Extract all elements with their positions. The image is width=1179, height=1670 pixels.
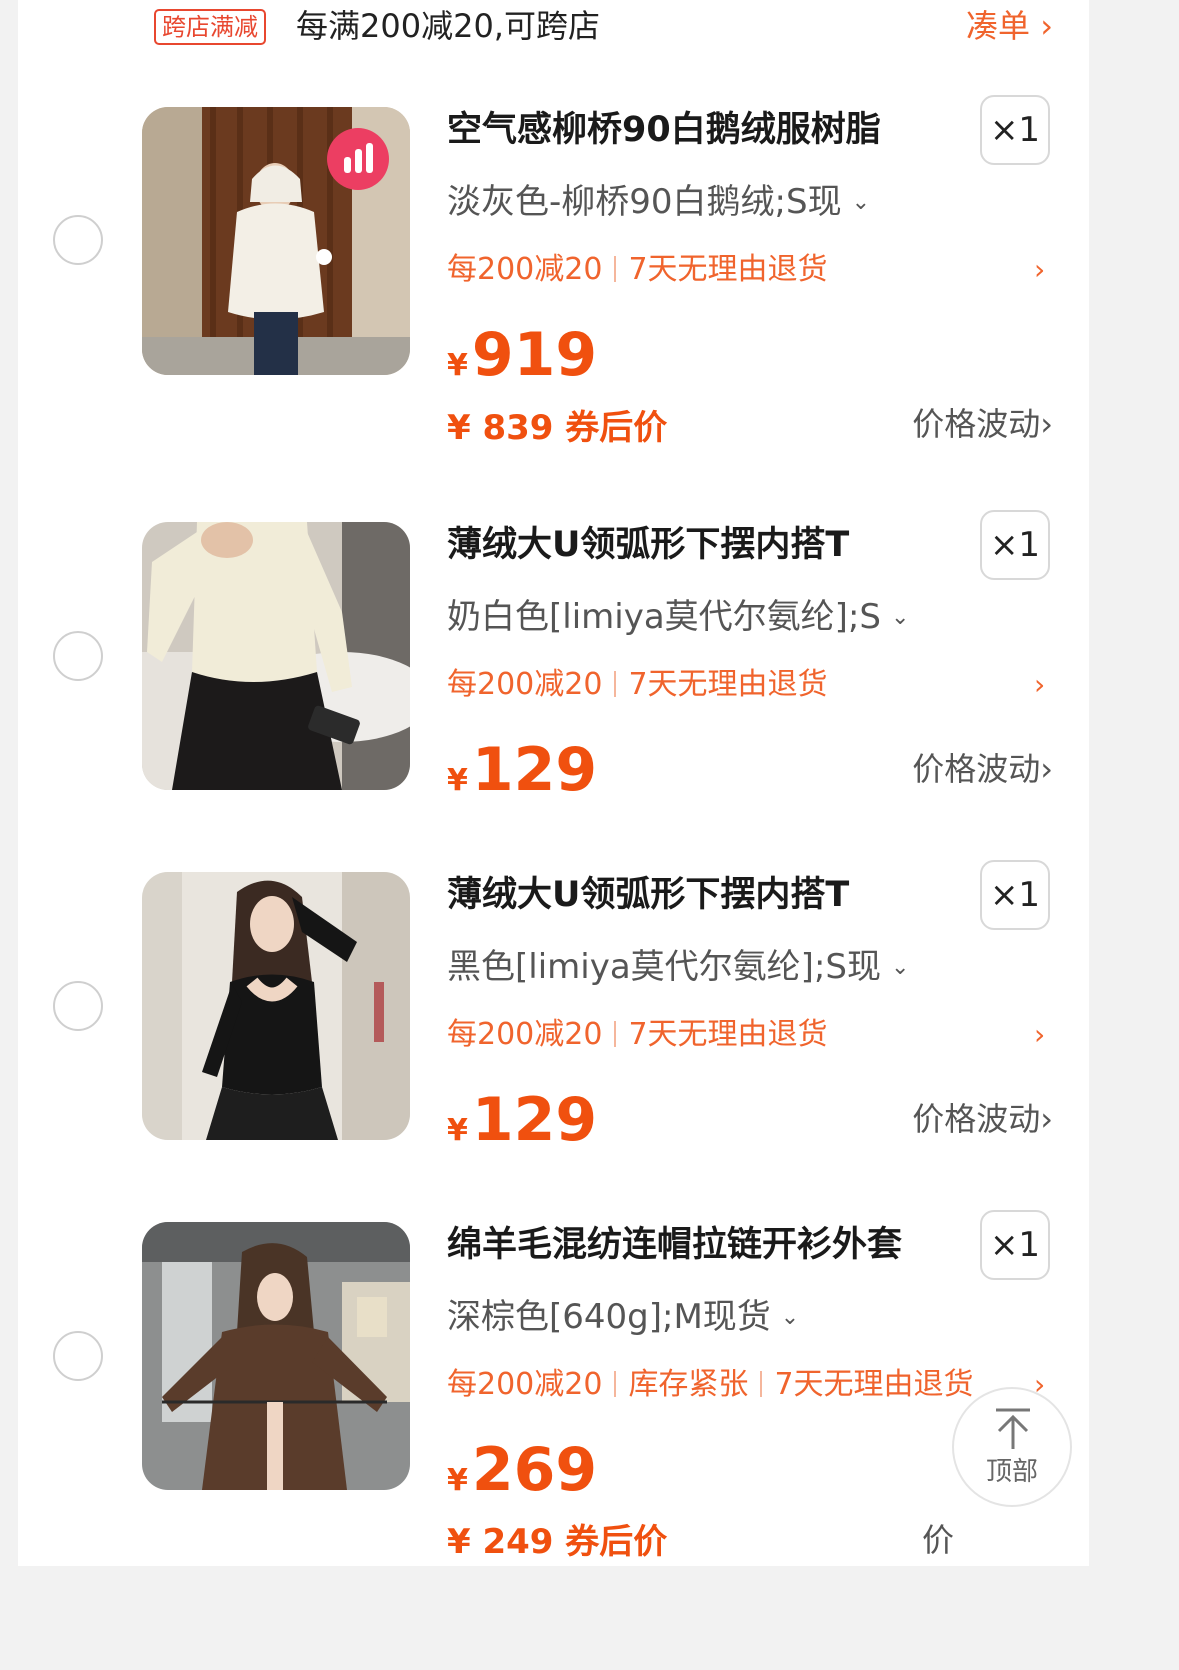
price-fluctuation-link[interactable]: 价格波动› [912,747,1053,791]
chevron-down-icon: ⌄ [780,1305,800,1330]
coupon-price: ¥ 839 券后价 [447,408,668,448]
promo-tags: 每200减20 库存紧张 7天无理由退货 [447,1365,974,1405]
product-price: ¥129 [447,1085,597,1155]
product-title[interactable]: 薄绒大U领弧形下摆内搭T [447,523,967,567]
tag-return: 7天无理由退货 [774,1367,974,1402]
tag-separator [760,1371,763,1397]
currency-symbol: ¥ [447,1113,468,1148]
sku-selector[interactable]: 奶白色[limiya莫代尔氨纶];S ⌄ [447,595,909,640]
coupon-price: ¥ 249 券后价 [447,1522,668,1562]
item-select-radio[interactable] [53,981,103,1031]
back-to-top-label: 顶部 [985,1457,1038,1487]
item-select-radio[interactable] [53,1331,103,1381]
price-value: 269 [471,1435,598,1505]
product-image[interactable] [142,522,410,790]
product-title[interactable]: 薄绒大U领弧形下摆内搭T [447,873,967,917]
product-photo [142,872,410,1140]
currency-symbol: ¥ [447,348,468,383]
cross-store-promo-bar: 跨店满减 每满200减20,可跨店 凑单 › [18,0,1089,60]
tag-discount: 每200减20 [447,252,603,287]
item-select-radio[interactable] [53,631,103,681]
promo-tags: 每200减20 7天无理由退货 [447,250,828,290]
promo-text: 每满200减20,可跨店 [296,7,600,45]
chevron-right-icon[interactable]: › [1034,1015,1045,1055]
chevron-down-icon: ⌄ [851,190,871,215]
add-on-items-link[interactable]: 凑单 › [966,6,1053,46]
quantity-box[interactable]: ×1 [980,1210,1050,1280]
price-fluctuation-link[interactable]: 价格波动› [912,1097,1053,1141]
product-price: ¥919 [447,320,597,390]
sku-text: 奶白色[limiya莫代尔氨纶];S [447,597,881,637]
cart-store-card: 跨店满减 每满200减20,可跨店 凑单 › 空气感柳桥90白鹅绒服树脂 ×1 … [18,0,1089,1566]
tag-discount: 每200减20 [447,1017,603,1052]
tag-discount: 每200减20 [447,1367,603,1402]
promo-tag: 跨店满减 [154,9,266,45]
price-value: 129 [471,735,598,805]
chevron-right-icon[interactable]: › [1034,665,1045,705]
bar-chart-icon [327,128,389,190]
price-value: 129 [471,1085,598,1155]
sku-text: 淡灰色-柳桥90白鹅绒;S现 [447,182,842,222]
product-image[interactable] [142,107,410,375]
quantity-box[interactable]: ×1 [980,510,1050,580]
tag-stock: 库存紧张 [628,1367,749,1402]
tag-return: 7天无理由退货 [628,1017,828,1052]
product-image[interactable] [142,872,410,1140]
sku-text: 深棕色[640g];M现货 [447,1297,771,1337]
currency-symbol: ¥ [447,1463,468,1498]
quantity-box[interactable]: ×1 [980,860,1050,930]
back-to-top-button[interactable]: 顶部 [952,1387,1072,1507]
product-price: ¥129 [447,735,597,805]
promo-tags: 每200减20 7天无理由退货 [447,1015,828,1055]
tag-separator [614,671,617,697]
chevron-down-icon: ⌄ [890,605,910,630]
sku-selector[interactable]: 淡灰色-柳桥90白鹅绒;S现 ⌄ [447,180,870,225]
price-fluctuation-link[interactable]: 价 [922,1518,954,1562]
chevron-right-icon[interactable]: › [1034,250,1045,290]
tag-separator [614,1021,617,1047]
product-title[interactable]: 绵羊毛混纺连帽拉链开衫外套 [447,1223,967,1267]
sku-selector[interactable]: 黑色[limiya莫代尔氨纶];S现 ⌄ [447,945,909,990]
product-photo [142,522,410,790]
product-photo [142,1222,410,1490]
quantity-box[interactable]: ×1 [980,95,1050,165]
tag-separator [614,256,617,282]
chevron-down-icon: ⌄ [890,955,910,980]
sku-selector[interactable]: 深棕色[640g];M现货 ⌄ [447,1295,799,1340]
currency-symbol: ¥ [447,763,468,798]
arrow-up-icon [996,1408,1030,1449]
price-fluctuation-link[interactable]: 价格波动› [912,402,1053,446]
item-select-radio[interactable] [53,215,103,265]
tag-return: 7天无理由退货 [628,252,828,287]
promo-tags: 每200减20 7天无理由退货 [447,665,828,705]
sku-text: 黑色[limiya莫代尔氨纶];S现 [447,947,881,987]
tag-return: 7天无理由退货 [628,667,828,702]
product-price: ¥269 [447,1435,597,1505]
price-value: 919 [471,320,598,390]
product-image[interactable] [142,1222,410,1490]
tag-separator [614,1371,617,1397]
product-title[interactable]: 空气感柳桥90白鹅绒服树脂 [447,108,967,152]
tag-discount: 每200减20 [447,667,603,702]
